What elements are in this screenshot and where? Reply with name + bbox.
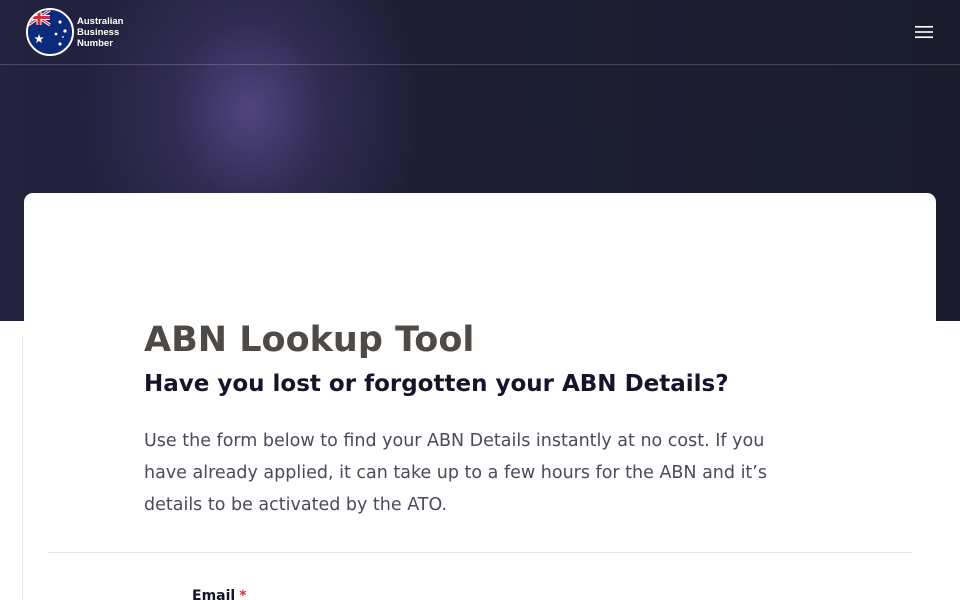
- site-header: Australian Business Number: [0, 0, 960, 65]
- menu-button[interactable]: [906, 20, 942, 44]
- section-divider: [48, 552, 912, 553]
- page-subtitle: Have you lost or forgotten your ABN Deta…: [144, 371, 729, 397]
- australian-flag-icon: [26, 8, 74, 56]
- hamburger-menu-icon: [915, 26, 933, 38]
- email-field-label: Email *: [192, 588, 247, 600]
- logo-link[interactable]: Australian Business Number: [26, 8, 123, 56]
- intro-paragraph: Use the form below to find your ABN Deta…: [144, 431, 767, 515]
- required-marker: *: [239, 588, 247, 600]
- logo-text: Australian Business Number: [77, 16, 123, 49]
- email-label-text: Email: [192, 588, 236, 600]
- logo-line-1: Australian: [77, 15, 124, 27]
- logo-line-3: Number: [77, 37, 113, 49]
- page-title: ABN Lookup Tool: [144, 320, 475, 360]
- content-edge-line: [22, 335, 23, 600]
- logo-line-2: Business: [77, 26, 120, 38]
